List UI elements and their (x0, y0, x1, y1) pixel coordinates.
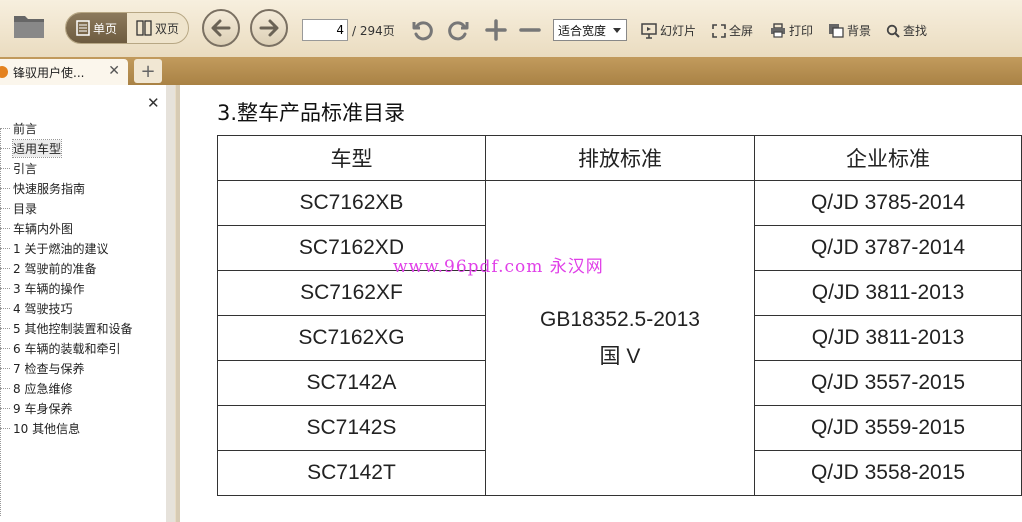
fullscreen-icon (712, 23, 726, 38)
outline-item[interactable]: 4 驾驶技巧 (0, 298, 166, 318)
model-cell: SC7142S (217, 405, 486, 451)
plus-icon: + (140, 60, 156, 82)
outline-sidebar: ✕ 前言 适用车型 引言 快速服务指南 目录 车辆内外图 1 关于燃油的建议 2… (0, 85, 167, 522)
open-folder-icon[interactable] (12, 12, 46, 40)
plus-icon (485, 19, 507, 41)
emission-cell: GB18352.5-2013 国 V (484, 180, 756, 496)
standard-cell: Q/JD 3558-2015 (754, 450, 1022, 496)
print-button[interactable]: 打印 (770, 22, 813, 39)
document-tab[interactable]: 锋驭用户使... ✕ (0, 59, 128, 85)
header-standard: 企业标准 (754, 135, 1022, 181)
rotate-right-button[interactable] (445, 17, 471, 43)
find-label: 查找 (903, 24, 928, 38)
slideshow-label: 幻灯片 (660, 24, 697, 38)
standard-cell: Q/JD 3557-2015 (754, 360, 1022, 406)
single-page-icon (76, 20, 90, 36)
slideshow-button[interactable]: 幻灯片 (641, 22, 696, 39)
find-button[interactable]: 查找 (886, 22, 927, 39)
outline-item[interactable]: 9 车身保养 (0, 398, 166, 418)
table-header-row: 车型 排放标准 企业标准 (217, 135, 1022, 181)
outline-item[interactable]: 引言 (0, 158, 166, 178)
single-page-button[interactable]: 单页 (66, 13, 127, 43)
rotate-left-button[interactable] (410, 17, 436, 43)
double-page-button[interactable]: 双页 (127, 13, 188, 43)
pdf-page: 3.整车产品标准目录 车型 排放标准 企业标准 SC7162XB GB18352… (180, 85, 1022, 522)
outline-item[interactable]: 7 检查与保养 (0, 358, 166, 378)
model-cell: SC7162XG (217, 315, 486, 361)
close-tab-icon[interactable]: ✕ (108, 63, 120, 79)
arrow-left-icon (211, 19, 231, 37)
double-page-label: 双页 (154, 21, 179, 36)
standard-cell: Q/JD 3785-2014 (754, 180, 1022, 226)
slideshow-icon (641, 22, 657, 39)
view-mode-toggle: 单页 双页 (65, 12, 189, 44)
double-page-icon (136, 20, 152, 36)
toolbar: 单页 双页 / 294页 适合宽度 幻灯片 全屏 打印 (0, 0, 1022, 57)
next-page-button[interactable] (250, 9, 288, 47)
outline-item[interactable]: 1 关于燃油的建议 (0, 238, 166, 258)
rotate-left-icon (412, 21, 433, 41)
outline-item[interactable]: 目录 (0, 198, 166, 218)
model-cell: SC7142A (217, 360, 486, 406)
search-icon (886, 24, 900, 38)
printer-icon (771, 23, 785, 38)
outline-item[interactable]: 2 驾驶前的准备 (0, 258, 166, 278)
standard-cell: Q/JD 3787-2014 (754, 225, 1022, 271)
zoom-select-value: 适合宽度 (558, 23, 607, 38)
model-cell: SC7162XB (217, 180, 486, 226)
standard-cell: Q/JD 3811-2013 (754, 315, 1022, 361)
outline-item[interactable]: 6 车辆的装载和牵引 (0, 338, 166, 358)
outline-item[interactable]: 8 应急维修 (0, 378, 166, 398)
header-model: 车型 (217, 135, 486, 181)
minus-icon (519, 28, 541, 32)
arrow-right-icon (259, 19, 279, 37)
rotate-right-icon (448, 21, 469, 41)
document-tab-label: 锋驭用户使... (13, 65, 85, 80)
outline-item[interactable]: 车辆内外图 (0, 218, 166, 238)
document-viewport[interactable]: 3.整车产品标准目录 车型 排放标准 企业标准 SC7162XB GB18352… (176, 85, 1022, 522)
header-emission: 排放标准 (484, 135, 756, 181)
watermark-text: www.96pdf.com 永汉网 (393, 257, 604, 277)
print-label: 打印 (789, 24, 814, 38)
chevron-down-icon (613, 28, 621, 33)
outline-tree: 前言 适用车型 引言 快速服务指南 目录 车辆内外图 1 关于燃油的建议 2 驾… (0, 118, 166, 438)
background-icon (829, 24, 844, 38)
outline-item-selected[interactable]: 适用车型 (0, 138, 166, 158)
model-cell: SC7142T (217, 450, 486, 496)
sidebar-scrollbar[interactable] (166, 85, 175, 522)
standard-cell: Q/JD 3559-2015 (754, 405, 1022, 451)
fullscreen-label: 全屏 (729, 24, 754, 38)
zoom-out-button[interactable] (517, 17, 543, 43)
table-row: SC7162XB GB18352.5-2013 国 V Q/JD 3785-20… (217, 180, 1022, 496)
outline-item[interactable]: 3 车辆的操作 (0, 278, 166, 298)
fullscreen-button[interactable]: 全屏 (712, 22, 753, 39)
outline-item[interactable]: 前言 (0, 118, 166, 138)
previous-page-button[interactable] (202, 9, 240, 47)
outline-item[interactable]: 10 其他信息 (0, 418, 166, 438)
page-number-input[interactable] (302, 19, 348, 41)
standards-table: 车型 排放标准 企业标准 SC7162XB GB18352.5-2013 国 V… (217, 135, 1022, 496)
section-heading: 3.整车产品标准目录 (217, 101, 406, 125)
emission-level: 国 V (599, 345, 641, 368)
outline-item[interactable]: 5 其他控制装置和设备 (0, 318, 166, 338)
total-pages-label: / 294页 (352, 24, 395, 38)
close-sidebar-icon[interactable]: ✕ (147, 94, 160, 112)
model-cell: SC7162XF (217, 270, 486, 316)
emission-standard: GB18352.5-2013 (539, 308, 700, 331)
background-label: 背景 (847, 24, 872, 38)
zoom-select[interactable]: 适合宽度 (553, 19, 627, 41)
zoom-in-button[interactable] (483, 17, 509, 43)
outline-item[interactable]: 快速服务指南 (0, 178, 166, 198)
background-button[interactable]: 背景 (828, 22, 871, 39)
standard-cell: Q/JD 3811-2013 (754, 270, 1022, 316)
single-page-label: 单页 (92, 21, 117, 36)
tab-strip: 锋驭用户使... ✕ + (0, 57, 1022, 85)
new-tab-button[interactable]: + (134, 59, 162, 83)
pdf-file-icon (0, 66, 8, 78)
